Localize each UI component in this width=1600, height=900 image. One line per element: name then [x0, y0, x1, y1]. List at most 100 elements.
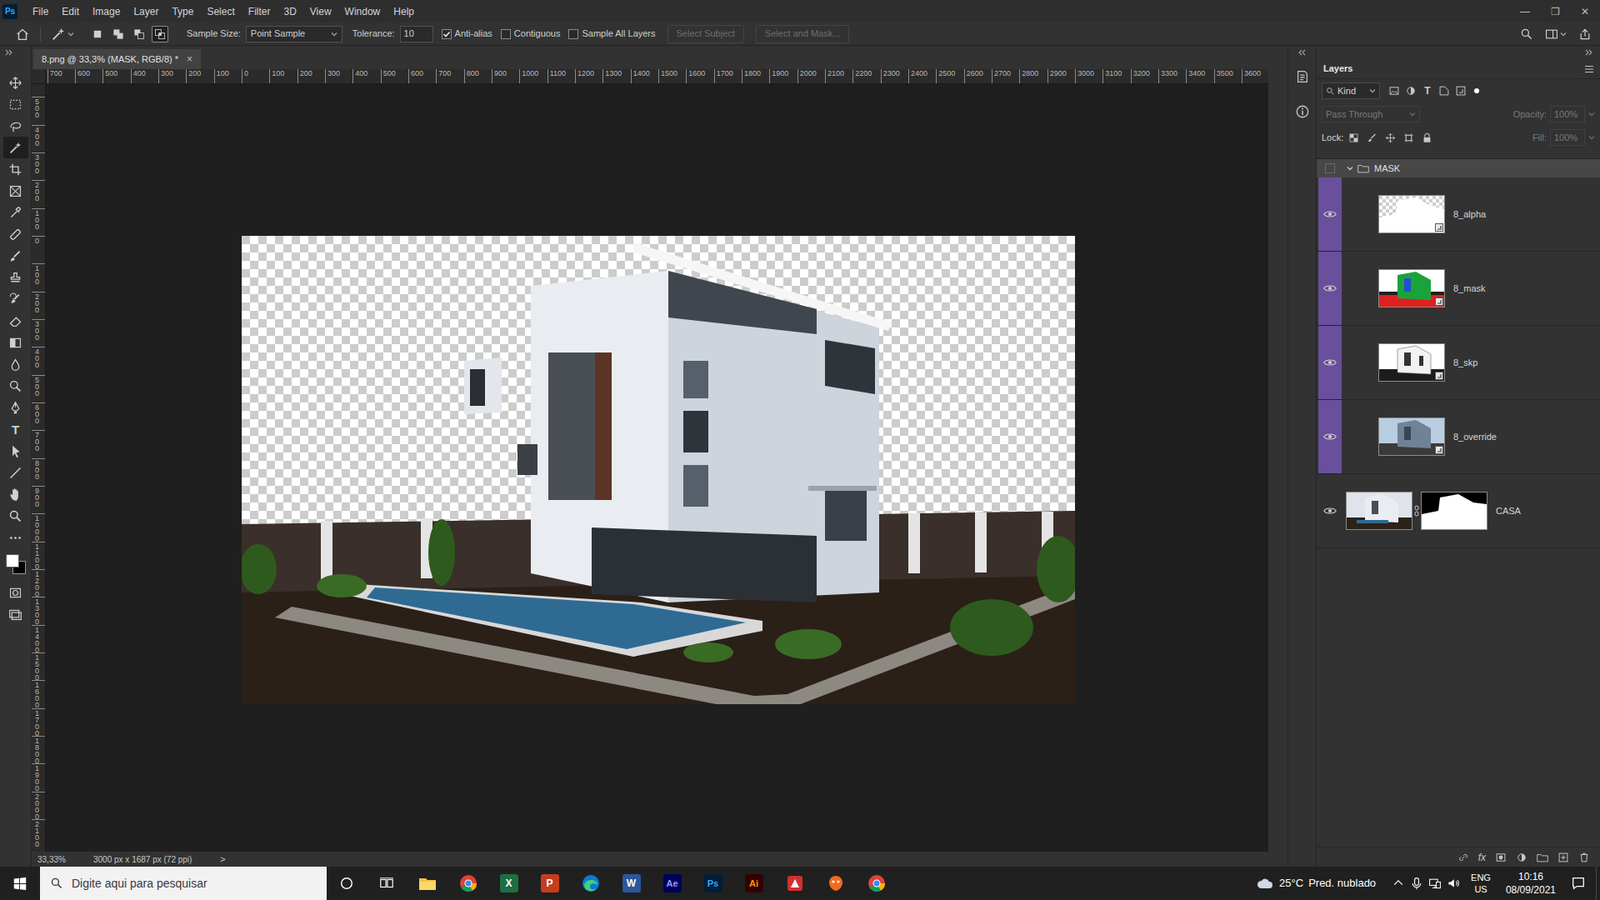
filter-toggle-icon[interactable] [1471, 85, 1482, 96]
workspace-icon[interactable] [1545, 27, 1559, 41]
selection-mode-button[interactable] [110, 25, 127, 43]
tool-button[interactable] [3, 526, 29, 549]
option-button[interactable]: Select Subject [667, 25, 745, 44]
taskbar-app[interactable] [447, 866, 489, 900]
taskbar-app[interactable]: Ae [651, 866, 693, 900]
magic-wand-icon[interactable] [50, 26, 66, 42]
tool-button[interactable] [3, 505, 29, 527]
tool-button[interactable] [3, 136, 29, 159]
canvas-image[interactable] [241, 235, 1075, 705]
eye-icon[interactable] [1323, 281, 1337, 295]
taskbar-app[interactable]: X [488, 866, 530, 900]
pixel-filter-icon[interactable] [1388, 85, 1400, 97]
collapse-panels-icon[interactable] [1585, 49, 1594, 56]
search-icon[interactable] [1520, 27, 1534, 41]
menu-item[interactable]: View [303, 0, 339, 23]
taskbar-app[interactable] [855, 866, 897, 900]
menu-item[interactable]: Image [85, 0, 127, 23]
opacity-field[interactable]: 100% [1550, 105, 1585, 123]
notifications-button[interactable] [1560, 866, 1596, 900]
layer-name[interactable]: 8_mask [1453, 281, 1486, 296]
window-control[interactable]: ✕ [1570, 0, 1600, 23]
adjustment-layer-icon[interactable] [1515, 851, 1528, 864]
link-layers-icon[interactable] [1457, 851, 1470, 864]
task-view-button[interactable] [366, 866, 407, 900]
tool-button[interactable] [3, 223, 29, 245]
expand-panels-icon[interactable] [1298, 49, 1307, 56]
layer-row[interactable]: 8_mask [1316, 251, 1600, 326]
layer-name[interactable]: 8_skp [1453, 355, 1478, 370]
taskbar-app[interactable] [570, 866, 611, 900]
checkbox-option[interactable]: Sample All Layers [568, 26, 655, 41]
taskbar-app[interactable] [774, 866, 815, 900]
selection-mode-button[interactable] [130, 25, 148, 43]
start-button[interactable] [0, 866, 40, 900]
visibility-box[interactable] [1325, 163, 1335, 174]
option-button[interactable]: Select and Mask... [755, 25, 850, 44]
type-filter-icon[interactable]: T [1421, 83, 1434, 99]
menu-item[interactable]: File [25, 0, 55, 23]
trash-icon[interactable] [1578, 851, 1590, 864]
layer-group-name[interactable]: MASK [1374, 161, 1400, 176]
layer-row[interactable]: 8_alpha [1316, 177, 1600, 252]
caret-icon[interactable] [1560, 30, 1567, 38]
share-icon[interactable] [1578, 27, 1592, 41]
menu-item[interactable]: 3D [276, 0, 303, 23]
lock-transparency-icon[interactable] [1348, 132, 1360, 144]
status-menu-button[interactable]: > [220, 852, 225, 867]
tool-button[interactable] [3, 331, 29, 354]
checkbox-option[interactable]: Anti-alias [441, 26, 493, 41]
expand-tools-icon[interactable] [5, 49, 14, 56]
clock[interactable]: 10:1608/09/2021 [1500, 870, 1561, 897]
eye-icon[interactable] [1323, 207, 1337, 221]
menu-item[interactable]: Window [338, 0, 388, 23]
lock-all-icon[interactable] [1421, 132, 1433, 144]
taskbar-app[interactable] [406, 866, 448, 900]
tool-button[interactable] [3, 353, 29, 375]
tool-button[interactable] [3, 440, 29, 462]
selection-mode-button[interactable] [89, 25, 106, 43]
menu-item[interactable]: Filter [241, 0, 278, 23]
taskbar-search[interactable]: Digite aqui para pesquisar [40, 866, 327, 900]
tool-button[interactable] [3, 310, 29, 332]
shape-filter-icon[interactable] [1438, 85, 1450, 97]
eye-icon[interactable] [1323, 430, 1337, 444]
tool-button[interactable] [3, 375, 29, 397]
tool-button[interactable] [3, 266, 29, 289]
eye-icon[interactable] [1323, 504, 1337, 518]
tool-button[interactable] [3, 158, 29, 180]
foreground-color-swatch[interactable] [5, 554, 20, 568]
smart-object-filter-icon[interactable] [1455, 85, 1467, 97]
taskbar-app[interactable]: P [529, 866, 570, 900]
opacity-control[interactable]: Opacity:100% [1513, 105, 1595, 123]
fill-control[interactable]: Fill:100% [1532, 129, 1595, 146]
tool-button[interactable] [3, 201, 29, 224]
volume-icon[interactable] [1444, 876, 1463, 890]
tool-button[interactable]: T [3, 418, 29, 440]
network-icon[interactable] [1425, 876, 1445, 890]
layer-name[interactable]: 8_alpha [1453, 207, 1486, 222]
layer-row[interactable]: 8_override [1316, 400, 1600, 475]
checkbox[interactable] [441, 29, 452, 40]
weather-widget[interactable]: 25°CPred. nublado [1250, 866, 1381, 900]
layer-row[interactable]: CASA [1316, 474, 1600, 549]
panel-menu-icon[interactable] [1583, 63, 1595, 75]
sample-size-dropdown[interactable]: Point Sample [245, 25, 343, 43]
tool-button[interactable] [3, 288, 29, 310]
canvas[interactable] [45, 84, 1269, 852]
info-panel-icon[interactable] [1295, 104, 1310, 120]
lock-pixels-icon[interactable] [1366, 132, 1378, 144]
tool-button[interactable] [3, 115, 29, 137]
microphone-icon[interactable] [1407, 876, 1426, 890]
fill-field[interactable]: 100% [1550, 129, 1585, 146]
checkbox-option[interactable]: Contiguous [500, 26, 561, 41]
cortana-button[interactable] [326, 866, 367, 900]
selection-mode-button[interactable] [151, 25, 169, 43]
layer-row[interactable]: 8_skp [1316, 325, 1600, 400]
filter-kind-dropdown[interactable]: Kind [1321, 82, 1380, 100]
input-language[interactable]: ENGUS [1470, 871, 1491, 895]
tool-button[interactable] [3, 461, 29, 484]
blend-mode-dropdown[interactable]: Pass Through [1321, 105, 1420, 123]
show-desktop-button[interactable] [1595, 866, 1600, 900]
tool-button[interactable] [3, 396, 29, 419]
